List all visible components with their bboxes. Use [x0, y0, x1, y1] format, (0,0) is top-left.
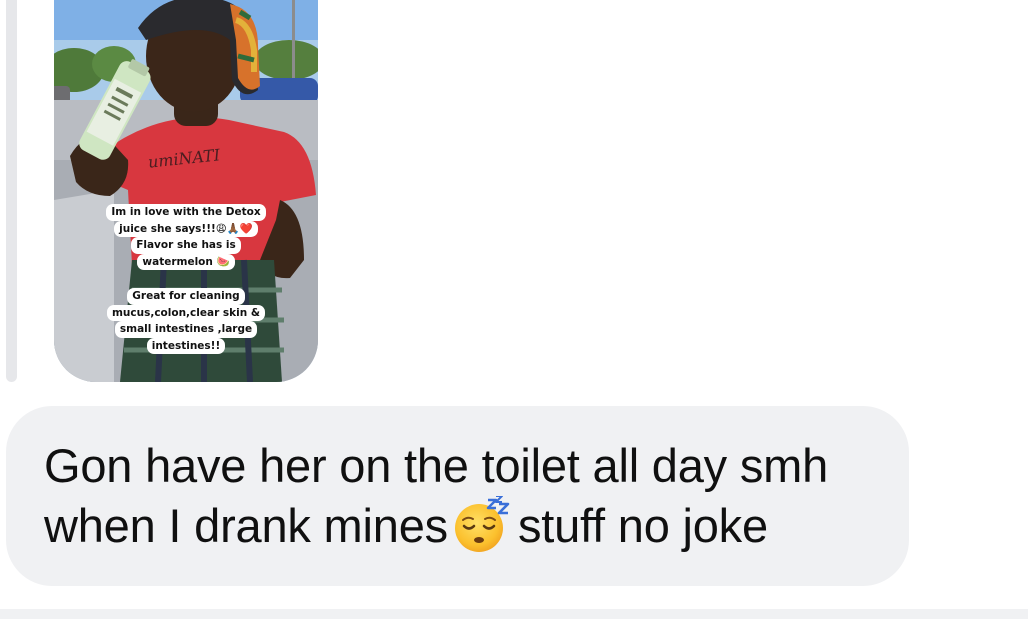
caption-line: Im in love with the Detox — [106, 204, 266, 221]
caption-line: small intestines ,large — [114, 321, 258, 338]
caption-line: intestines!! — [146, 337, 226, 354]
message-line-2: when I drank mines stuff no joke — [44, 495, 828, 556]
caption-line: juice she says!!!😩🙏🏾❤️ — [114, 220, 258, 237]
message-line-1: Gon have her on the toilet all day smh — [44, 439, 829, 492]
sleeping-face-icon — [452, 495, 510, 554]
reply-thread-line — [6, 0, 17, 382]
story-caption-top: Im in love with the Detox juice she says… — [54, 204, 318, 270]
caption-line: Flavor she has is — [131, 237, 241, 254]
caption-line: Great for cleaning — [127, 288, 245, 305]
message-line-2-start: when I drank mines — [44, 499, 448, 552]
caption-line: watermelon 🍉 — [137, 253, 235, 270]
message-line-2-end: stuff no joke — [517, 499, 768, 552]
message-bubble[interactable]: Gon have her on the toilet all day smh w… — [6, 406, 909, 586]
message-text: Gon have her on the toilet all day smh w… — [44, 436, 828, 556]
caption-line: mucus,colon,clear skin & — [106, 304, 266, 321]
story-caption-bottom: Great for cleaning mucus,colon,clear ski… — [54, 288, 318, 354]
bottom-divider — [0, 609, 1028, 619]
chat-screen: umiNATI Im in love with the Detox juice … — [0, 0, 1028, 619]
story-reply-image[interactable]: umiNATI Im in love with the Detox juice … — [54, 0, 318, 382]
